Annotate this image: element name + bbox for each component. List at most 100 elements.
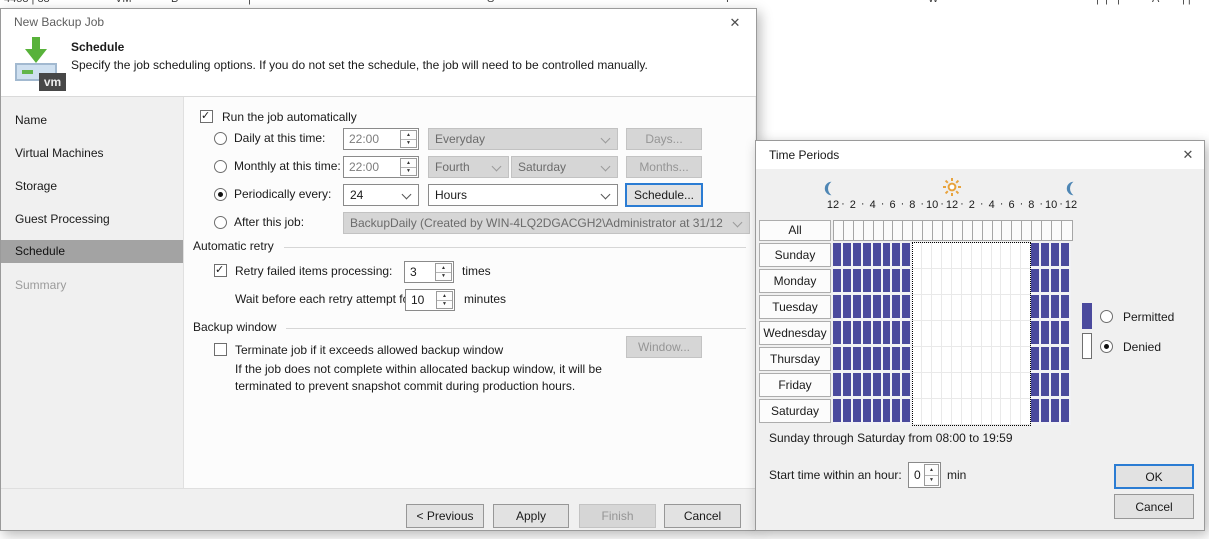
grid-cell[interactable] (833, 295, 843, 321)
grid-cell[interactable] (853, 373, 863, 399)
grid-cell[interactable] (1011, 321, 1021, 347)
grid-cell[interactable] (982, 399, 992, 425)
hour-column-header[interactable] (1062, 221, 1072, 240)
hour-column-header[interactable] (923, 221, 933, 240)
grid-cell[interactable] (843, 243, 853, 269)
hour-column-header[interactable] (834, 221, 844, 240)
grid-cell[interactable] (892, 321, 902, 347)
grid-cell[interactable] (972, 399, 982, 425)
grid-cell[interactable] (1021, 269, 1031, 295)
hour-column-header[interactable] (913, 221, 923, 240)
grid-cell[interactable] (883, 295, 893, 321)
grid-cell[interactable] (883, 321, 893, 347)
apply-button[interactable]: Apply (493, 504, 569, 528)
grid-cell[interactable] (892, 269, 902, 295)
grid-cell[interactable] (1021, 243, 1031, 269)
grid-cell[interactable] (1041, 399, 1051, 425)
grid-cell[interactable] (942, 243, 952, 269)
grid-cell[interactable] (902, 269, 912, 295)
grid-cell[interactable] (912, 243, 922, 269)
grid-cell[interactable] (942, 269, 952, 295)
grid-cell[interactable] (843, 295, 853, 321)
grid-cell[interactable] (843, 269, 853, 295)
grid-cell[interactable] (1041, 269, 1051, 295)
grid-cell[interactable] (1061, 321, 1071, 347)
hour-column-header[interactable] (893, 221, 903, 240)
grid-cell[interactable] (1021, 399, 1031, 425)
grid-cell[interactable] (873, 295, 883, 321)
retry-checkbox[interactable]: ✓ (214, 264, 227, 277)
grid-cell[interactable] (863, 373, 873, 399)
grid-cell[interactable] (1061, 373, 1071, 399)
grid-cell[interactable] (1001, 347, 1011, 373)
grid-cell[interactable] (843, 373, 853, 399)
grid-cell[interactable] (1051, 321, 1061, 347)
grid-cell[interactable] (853, 321, 863, 347)
hour-column-header[interactable] (963, 221, 973, 240)
day-button-monday[interactable]: Monday (759, 269, 831, 293)
sidebar-item-storage[interactable]: Storage (1, 175, 183, 198)
grid-cell[interactable] (833, 373, 843, 399)
grid-cell[interactable] (922, 243, 932, 269)
grid-cell[interactable] (982, 373, 992, 399)
grid-cell[interactable] (972, 243, 982, 269)
close-icon[interactable]: ✕ (723, 14, 747, 32)
sidebar-item-guest-processing[interactable]: Guest Processing (1, 208, 183, 231)
grid-cell[interactable] (1021, 321, 1031, 347)
grid-cell[interactable] (972, 373, 982, 399)
grid-cell[interactable] (833, 399, 843, 425)
grid-cell[interactable] (942, 347, 952, 373)
grid-cell[interactable] (892, 243, 902, 269)
hour-column-header[interactable] (993, 221, 1003, 240)
spin-up-icon[interactable]: ▲ (436, 264, 451, 272)
grid-cell[interactable] (932, 347, 942, 373)
grid-cell[interactable] (952, 347, 962, 373)
spin-down-icon[interactable]: ▼ (436, 272, 451, 281)
grid-cell[interactable] (902, 373, 912, 399)
ok-button[interactable]: OK (1114, 464, 1194, 489)
grid-cell[interactable] (843, 321, 853, 347)
grid-cell[interactable] (892, 373, 902, 399)
hour-column-header[interactable] (1002, 221, 1012, 240)
grid-cell[interactable] (972, 269, 982, 295)
hour-column-header[interactable] (1052, 221, 1062, 240)
grid-cell[interactable] (1031, 373, 1041, 399)
grid-cell[interactable] (932, 295, 942, 321)
grid-cell[interactable] (952, 321, 962, 347)
grid-cell[interactable] (992, 373, 1002, 399)
grid-cell[interactable] (1051, 243, 1061, 269)
grid-cell[interactable] (982, 347, 992, 373)
grid-cell[interactable] (1001, 295, 1011, 321)
hour-column-header[interactable] (854, 221, 864, 240)
hour-column-header[interactable] (1022, 221, 1032, 240)
grid-cell[interactable] (1041, 347, 1051, 373)
grid-cell[interactable] (863, 347, 873, 373)
grid-cell[interactable] (873, 269, 883, 295)
grid-cell[interactable] (922, 269, 932, 295)
grid-cell[interactable] (912, 399, 922, 425)
grid-cell[interactable] (1061, 295, 1071, 321)
hour-column-header[interactable] (943, 221, 953, 240)
grid-cell[interactable] (972, 295, 982, 321)
grid-cell[interactable] (962, 295, 972, 321)
grid-cell[interactable] (843, 399, 853, 425)
grid-cell[interactable] (853, 295, 863, 321)
grid-cell[interactable] (942, 321, 952, 347)
grid-cell[interactable] (972, 347, 982, 373)
grid-cell[interactable] (902, 399, 912, 425)
grid-cell[interactable] (1051, 295, 1061, 321)
periodically-radio[interactable] (214, 188, 227, 201)
wait-minutes-spinner[interactable]: 10 ▲▼ (405, 289, 455, 311)
grid-cell[interactable] (883, 347, 893, 373)
grid-cell[interactable] (922, 399, 932, 425)
grid-cell[interactable] (873, 321, 883, 347)
permitted-radio[interactable] (1100, 310, 1113, 323)
grid-cell[interactable] (982, 295, 992, 321)
run-automatically-checkbox[interactable]: ✓ (200, 110, 213, 123)
grid-cell[interactable] (992, 399, 1002, 425)
grid-cell[interactable] (962, 347, 972, 373)
grid-cell[interactable] (1031, 399, 1041, 425)
grid-cell[interactable] (952, 243, 962, 269)
grid-cell[interactable] (863, 399, 873, 425)
grid-cell[interactable] (1051, 399, 1061, 425)
